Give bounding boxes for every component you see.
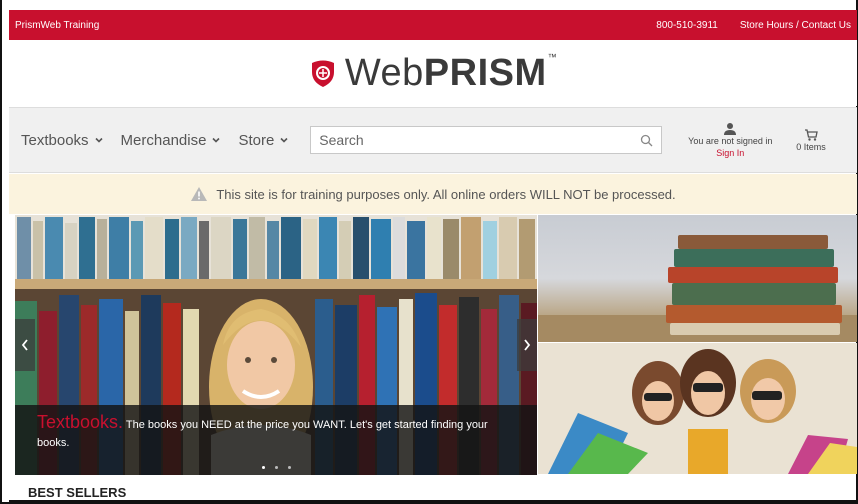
warning-icon (191, 187, 208, 201)
nav-textbooks[interactable]: Textbooks (21, 132, 103, 149)
search-input[interactable] (319, 132, 641, 148)
chevron-down-icon (94, 137, 103, 143)
carousel-prev-button[interactable] (15, 319, 35, 371)
nav-merchandise[interactable]: Merchandise (121, 132, 221, 149)
carousel-dot[interactable] (261, 466, 265, 469)
cart-widget[interactable]: 0 Items (796, 128, 826, 152)
search-box (310, 126, 663, 154)
sign-in-link[interactable]: Sign In (716, 148, 744, 158)
best-sellers-heading: BEST SELLERS (28, 485, 127, 500)
book-stack-image (538, 235, 857, 342)
notice-text: This site is for training purposes only.… (216, 186, 676, 202)
chevron-down-icon (212, 137, 221, 143)
shoppers-image (538, 343, 857, 474)
promo-shoppers-image[interactable] (538, 343, 857, 474)
carousel-next-button[interactable] (517, 319, 537, 371)
hero-caption: Textbooks. The books you NEED at the pri… (15, 405, 537, 475)
chevron-left-icon (21, 339, 28, 351)
logo-area: WebPRISM™ (9, 40, 857, 106)
bottom-border (9, 500, 857, 502)
logo-web: Web (344, 51, 424, 94)
hero-highlight: Textbooks. (37, 412, 124, 432)
carousel-dot[interactable] (274, 466, 278, 469)
phone-number[interactable]: 800-510-3911 (656, 20, 718, 31)
shield-logo-icon (311, 60, 334, 87)
user-icon (724, 123, 737, 135)
chevron-right-icon (524, 339, 531, 351)
cart-icon (805, 129, 818, 141)
logo-prism: PRISM (423, 51, 547, 94)
store-hours-link[interactable]: Store Hours / Contact Us (740, 20, 851, 31)
nav-store-label: Store (238, 131, 275, 149)
promo-books-image[interactable] (538, 215, 857, 342)
search-icon[interactable] (640, 134, 653, 147)
site-logo[interactable]: WebPRISM™ (309, 52, 557, 95)
site-name: PrismWeb Training (15, 19, 100, 31)
account-widget[interactable]: You are not signed in Sign In (680, 122, 780, 158)
main-nav: Textbooks Merchandise Store You are not … (9, 107, 857, 173)
nav-textbooks-label: Textbooks (21, 131, 89, 149)
carousel-dot[interactable] (287, 466, 291, 469)
logo-text: WebPRISM™ (345, 52, 557, 95)
nav-store[interactable]: Store (238, 132, 288, 149)
hero-carousel[interactable]: Textbooks. The books you NEED at the pri… (15, 215, 537, 475)
chevron-down-icon (280, 137, 288, 143)
top-bar: PrismWeb Training 800-510-3911 Store Hou… (9, 10, 857, 40)
trademark: ™ (547, 51, 558, 62)
training-notice: This site is for training purposes only.… (9, 174, 857, 214)
account-status: You are not signed in (688, 136, 773, 146)
nav-merchandise-label: Merchandise (120, 131, 207, 149)
carousel-dots (15, 466, 537, 469)
cart-count: 0 Items (796, 142, 826, 152)
